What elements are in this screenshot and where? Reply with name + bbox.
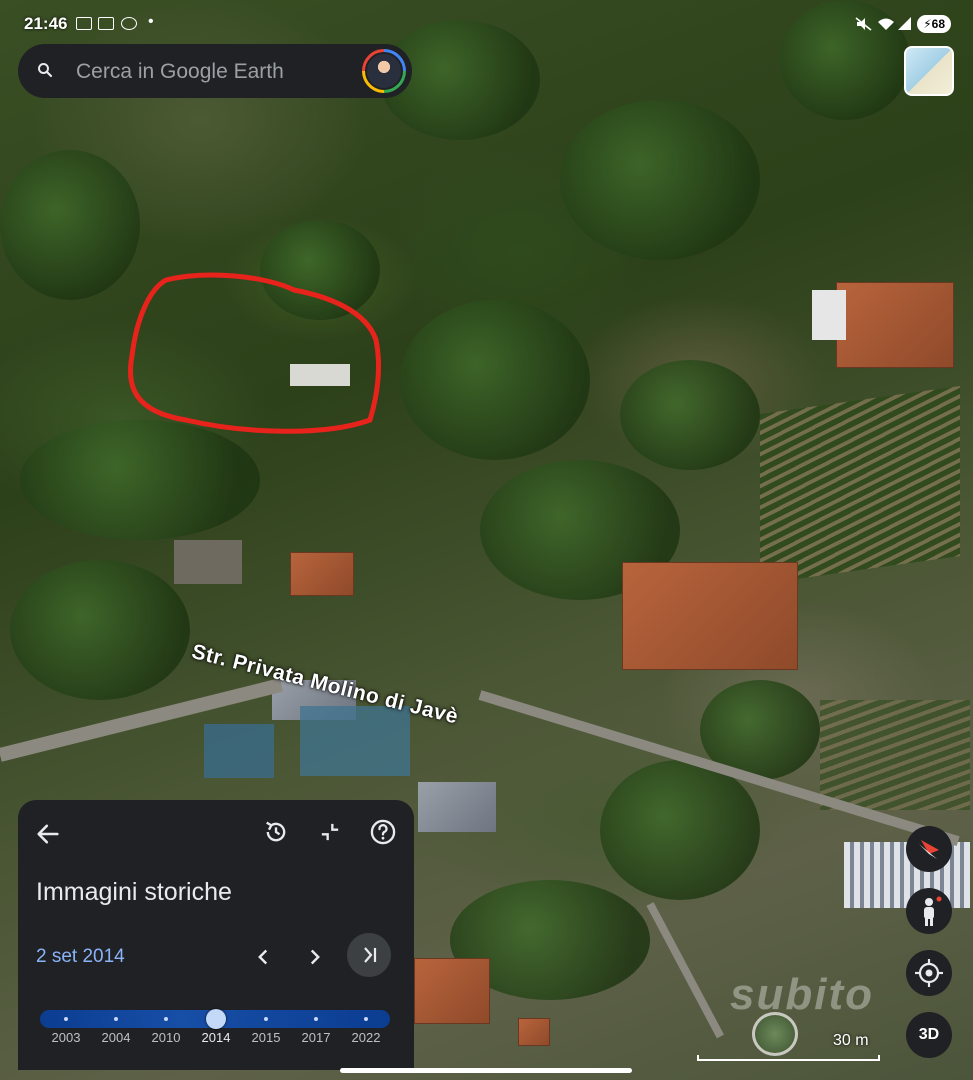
red-parcel-outline — [127, 272, 381, 434]
tree-canopy — [0, 150, 140, 300]
wifi-icon — [878, 18, 894, 30]
scale-bar — [697, 1055, 880, 1061]
timeline-knob[interactable] — [206, 1009, 226, 1029]
account-avatar[interactable] — [362, 49, 406, 93]
tree-canopy — [560, 100, 760, 260]
building-roof — [836, 282, 954, 368]
pegman-icon — [924, 896, 942, 926]
chevron-left-icon[interactable] — [250, 944, 276, 970]
timeline-year-dot[interactable] — [114, 1017, 118, 1021]
building-roof — [518, 1018, 550, 1046]
skip-to-latest-icon — [364, 947, 377, 963]
tree-canopy — [620, 360, 760, 470]
vineyard-terrace — [820, 700, 970, 810]
timeline-year-label[interactable]: 2017 — [291, 1030, 341, 1045]
compass-icon — [919, 840, 939, 859]
timeline-year-label[interactable]: 2003 — [41, 1030, 91, 1045]
greenhouse-roof — [418, 782, 496, 832]
status-time: 21:46 — [24, 14, 68, 33]
avatar-photo — [365, 52, 403, 90]
tree-canopy — [600, 760, 760, 900]
panel-title: Immagini storiche — [36, 878, 232, 906]
my-location-icon — [915, 959, 943, 987]
battery-level: 68 — [931, 17, 945, 31]
tree-canopy — [400, 300, 590, 460]
notification-icon — [98, 17, 114, 30]
vineyard-terrace — [760, 385, 960, 585]
signal-icon — [898, 17, 911, 30]
current-imagery-date: 2 set 2014 — [36, 946, 125, 967]
timeline-year-label[interactable]: 2004 — [91, 1030, 141, 1045]
greenhouse-roof — [300, 706, 410, 776]
app-notification-icon — [121, 17, 137, 30]
timeline-year-dot[interactable] — [314, 1017, 318, 1021]
calendar-icon — [76, 17, 92, 30]
building-roof — [174, 540, 242, 584]
battery-indicator: ⚡68 — [917, 15, 951, 33]
road — [646, 902, 724, 1039]
compass-button[interactable] — [906, 826, 952, 872]
timeline-year-label[interactable]: 2014 — [191, 1030, 241, 1045]
timeline-year-dot[interactable] — [64, 1017, 68, 1021]
status-bar: 21:46 • ⚡68 — [0, 0, 973, 46]
skip-to-latest-button[interactable] — [347, 933, 391, 977]
timeline-year-dot[interactable] — [364, 1017, 368, 1021]
street-view-button[interactable] — [906, 888, 952, 934]
scale-label: 30 m — [833, 1032, 869, 1049]
timeline-year-label[interactable]: 2022 — [341, 1030, 391, 1045]
gesture-navigation-handle[interactable] — [340, 1068, 632, 1073]
my-location-button[interactable] — [906, 950, 952, 996]
tree-canopy — [10, 560, 190, 700]
chevron-right-icon[interactable] — [302, 944, 328, 970]
watermark: subito — [730, 970, 874, 1019]
more-notifications-icon: • — [148, 13, 154, 30]
history-icon[interactable] — [262, 818, 290, 846]
3d-toggle-button[interactable]: 3D — [906, 1012, 952, 1058]
building-roof — [622, 562, 798, 670]
timeline-year-label[interactable]: 2010 — [141, 1030, 191, 1045]
building-roof — [414, 958, 490, 1024]
timeline-year-label[interactable]: 2015 — [241, 1030, 291, 1045]
building-roof — [812, 290, 846, 340]
map-style-button[interactable] — [904, 46, 954, 96]
collapse-icon[interactable] — [316, 818, 344, 846]
mute-icon — [855, 17, 872, 31]
building-roof — [290, 552, 354, 596]
timeline-year-dot[interactable] — [264, 1017, 268, 1021]
help-icon[interactable] — [369, 818, 397, 846]
timeline-slider[interactable] — [40, 1009, 390, 1029]
historical-imagery-panel: Immagini storiche 2 set 2014 2003 2004 201… — [18, 800, 414, 1070]
search-input[interactable]: Cerca in Google Earth — [76, 60, 284, 84]
greenhouse-roof — [204, 724, 274, 778]
search-icon — [38, 63, 53, 78]
timeline-year-dot[interactable] — [164, 1017, 168, 1021]
back-arrow-icon[interactable] — [34, 820, 62, 848]
search-bar[interactable]: Cerca in Google Earth — [18, 44, 412, 98]
